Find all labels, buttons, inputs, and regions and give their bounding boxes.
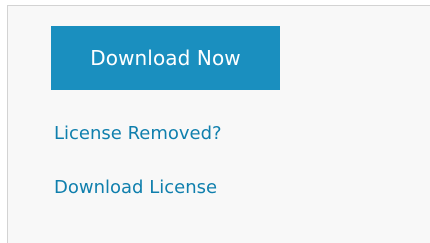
- download-license-link[interactable]: Download License: [54, 177, 217, 199]
- download-panel: Download Now License Removed? Download L…: [7, 5, 430, 243]
- license-removed-link[interactable]: License Removed?: [54, 123, 222, 145]
- download-now-button[interactable]: Download Now: [51, 26, 280, 90]
